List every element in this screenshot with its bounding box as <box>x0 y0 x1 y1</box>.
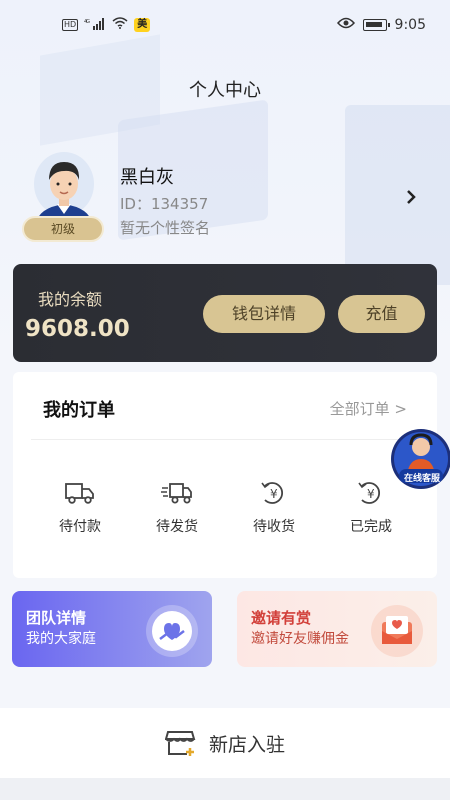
yen-refresh-icon: ¥ <box>358 482 381 504</box>
order-pending-receipt[interactable]: ¥ 待收货 <box>229 480 319 536</box>
order-label: 待收货 <box>253 519 295 535</box>
hd-indicator: HD <box>62 19 79 31</box>
svg-text:4G: 4G <box>84 19 90 25</box>
balance-card: 我的余额 9608.00 钱包详情 充值 <box>13 264 437 362</box>
invite-card-title: 邀请有赏 <box>251 609 312 627</box>
clock: 9:05 <box>394 17 426 33</box>
wifi-icon <box>112 17 128 33</box>
battery-icon <box>362 19 390 31</box>
svg-text:¥: ¥ <box>367 487 375 501</box>
divider <box>31 439 419 440</box>
order-label: 待付款 <box>59 519 101 535</box>
fast-delivery-icon <box>161 483 192 504</box>
order-pending-payment[interactable]: 待付款 <box>35 480 125 536</box>
new-shop-label: 新店入驻 <box>208 733 285 756</box>
order-label: 待发货 <box>156 519 198 535</box>
invite-card-subtitle: 邀请好友赚佣金 <box>251 631 349 647</box>
wallet-details-button[interactable]: 钱包详情 <box>203 295 325 333</box>
team-card-title: 团队详情 <box>26 609 87 627</box>
eye-icon <box>336 17 355 33</box>
order-pending-shipment[interactable]: 待发货 <box>132 480 222 536</box>
order-label: 已完成 <box>350 519 392 535</box>
all-orders-link[interactable]: 全部订单 > <box>330 398 407 419</box>
profile-signature: 暂无个性签名 <box>120 219 211 237</box>
svg-text:¥: ¥ <box>270 487 278 501</box>
status-bar: HD 4G 美 9:05 <box>0 0 450 50</box>
orders-panel: 我的订单 全部订单 > 待付款 待发货 ¥ 待收货 ¥ 已完成 <box>13 372 437 578</box>
yen-refresh-icon: ¥ <box>261 482 284 504</box>
recharge-button[interactable]: 充值 <box>338 295 425 333</box>
store-add-icon <box>164 731 196 756</box>
signal-icon: 4G <box>84 17 106 33</box>
new-shop-entry[interactable]: 新店入驻 <box>0 708 450 778</box>
heart-hand-icon <box>146 605 198 657</box>
profile-id: ID：134357 <box>120 195 209 213</box>
page-title: 个人中心 <box>189 80 261 101</box>
balance-label: 我的余额 <box>38 290 103 309</box>
chevron-right-icon[interactable] <box>405 186 417 210</box>
invite-rewards-card[interactable]: 邀请有赏 邀请好友赚佣金 <box>237 591 437 667</box>
balance-value: 9608.00 <box>25 316 130 342</box>
level-badge: 初级 <box>22 216 104 242</box>
bottom-strip <box>0 778 450 800</box>
profile-name: 黑白灰 <box>120 167 174 188</box>
truck-outline-icon <box>65 483 94 504</box>
orders-title: 我的订单 <box>43 400 115 421</box>
online-service-label: 在线客服 <box>403 474 440 484</box>
team-details-card[interactable]: 团队详情 我的大家庭 <box>12 591 212 667</box>
envelope-heart-icon <box>371 605 423 657</box>
app-notification-badge: 美 <box>134 18 151 32</box>
online-service-button[interactable]: 在线客服 <box>389 425 450 493</box>
team-card-subtitle: 我的大家庭 <box>26 631 96 647</box>
